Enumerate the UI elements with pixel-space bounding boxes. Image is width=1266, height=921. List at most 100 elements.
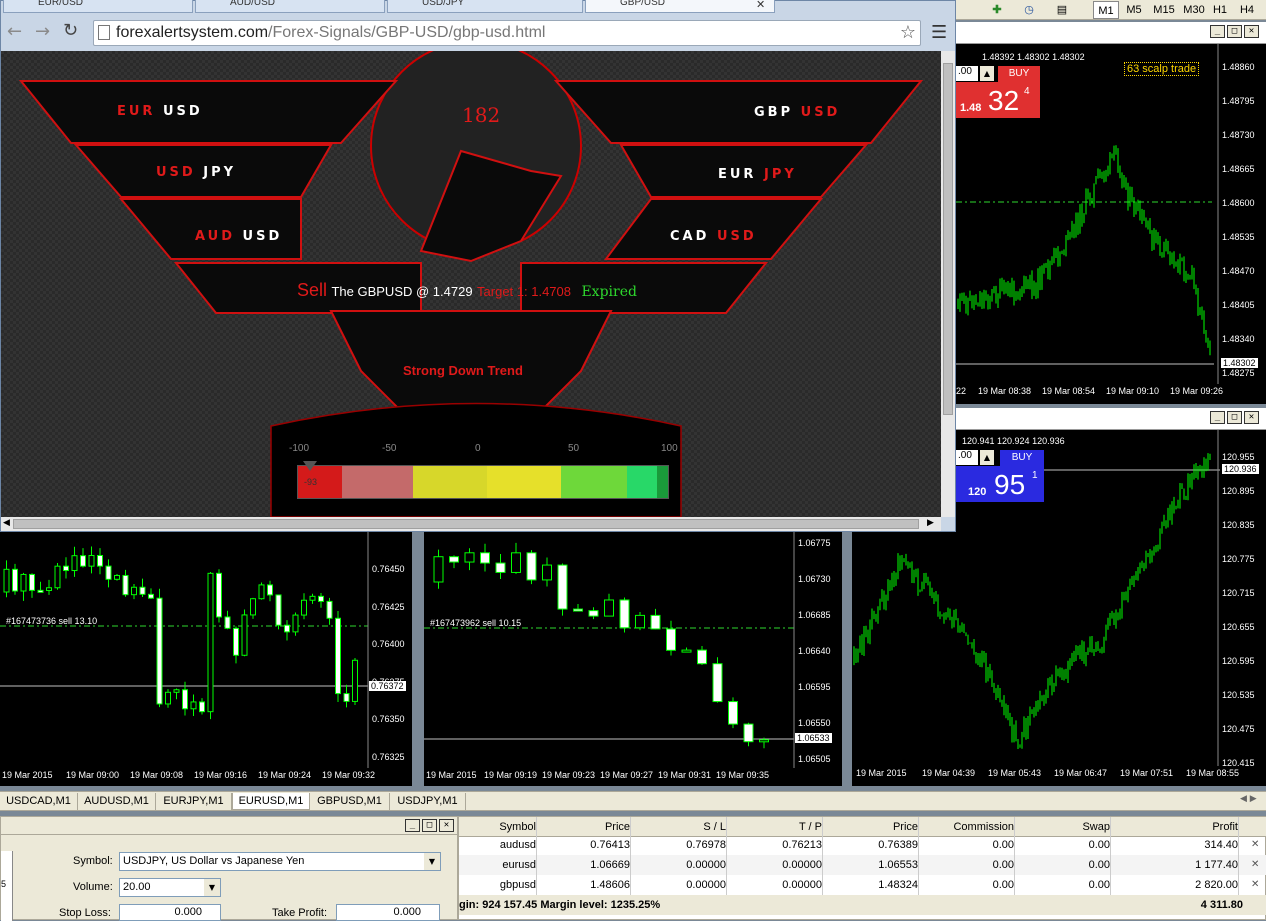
table-cell: 0.00 (1019, 875, 1111, 895)
scroll-right-icon[interactable]: ▶ (927, 518, 934, 528)
price-tick: 1.06730 (798, 574, 831, 584)
meter-seg-sell (342, 466, 413, 498)
tab-eurusd[interactable]: EURUSD,M1 (232, 793, 310, 810)
candle (526, 552, 537, 581)
candle (54, 565, 61, 589)
timeframe-m15[interactable]: M15 (1149, 1, 1179, 19)
candle (666, 628, 676, 651)
column-header: Price (827, 817, 919, 837)
tab-eurjpy[interactable]: EURJPY,M1 (156, 793, 232, 810)
chart-template-icon[interactable]: ▤ (1051, 1, 1073, 19)
timeframe-m5[interactable]: M5 (1121, 1, 1147, 19)
tab-gbpusd[interactable]: GBPUSD,M1 (310, 793, 390, 810)
timeframe-m1[interactable]: M1 (1093, 1, 1119, 19)
symbol-select[interactable]: USDJPY, US Dollar vs Japanese Yen ▼ (119, 852, 441, 871)
time-tick: 19 Mar 09:00 (66, 770, 120, 780)
price-big: 32 (988, 85, 1020, 116)
maximize-icon[interactable]: □ (422, 819, 437, 832)
chevron-down-icon[interactable]: ▼ (204, 879, 220, 896)
reload-icon[interactable]: ↻ (63, 20, 78, 41)
meter-tick: -50 (382, 443, 397, 454)
tab-eurusd[interactable]: EUR/USD (3, 0, 193, 13)
gbpusd-chart[interactable]: 1.48392 1.48302 1.48302 .00 ▲ BUY 1.48 3… (956, 44, 1266, 404)
tab-usdcad[interactable]: USDCAD,M1 (0, 793, 78, 810)
pair-eurjpy-link[interactable]: EUR JPY (718, 167, 797, 182)
tab-close-icon[interactable]: ✕ (756, 0, 765, 11)
pair-gbpusd-link[interactable]: GBP USD (754, 105, 840, 120)
scroll-thumb[interactable] (943, 63, 953, 415)
lot-up-icon[interactable]: ▲ (980, 66, 994, 81)
meter-tick: 0 (475, 443, 481, 454)
candle (343, 693, 350, 702)
buy-button[interactable]: BUY (1000, 450, 1044, 466)
table-row[interactable]: audusd 0.76413 0.76978 0.76213 0.76389 0.00 0.… (459, 835, 1266, 855)
current-price-label: 1.48302 (1221, 358, 1258, 368)
candle (712, 663, 723, 703)
close-position-icon[interactable]: ✕ (1251, 875, 1259, 895)
lot-input[interactable]: .00 (956, 450, 978, 465)
maximize-icon[interactable]: □ (1227, 411, 1242, 424)
volume-select[interactable]: 20.00 ▼ (119, 878, 221, 897)
candle (3, 568, 10, 593)
take-profit-field[interactable]: 0.000 (336, 904, 440, 921)
menu-icon[interactable]: ☰ (931, 22, 947, 43)
order-titlebar: _ □ ✕ (1, 817, 457, 835)
scroll-thumb[interactable] (13, 519, 919, 529)
close-position-icon[interactable]: ✕ (1251, 855, 1259, 875)
pair-audusd-link[interactable]: AUD USD (195, 229, 282, 244)
meter-tick: -100 (289, 443, 310, 454)
forward-icon[interactable]: → (35, 21, 50, 42)
horizontal-scrollbar[interactable]: ◀ ▶ (1, 517, 941, 531)
chevron-down-icon[interactable]: ▼ (424, 853, 440, 870)
candle (619, 599, 630, 629)
page-icon (98, 25, 110, 40)
timeframe-h1[interactable]: H1 (1209, 1, 1231, 19)
clock-icon[interactable]: ◷ (1018, 1, 1040, 19)
maximize-icon[interactable]: □ (1227, 25, 1242, 38)
bookmark-star-icon[interactable]: ☆ (900, 22, 916, 43)
buy-price-box[interactable]: 120 95 1 (956, 466, 1044, 502)
close-position-icon[interactable]: ✕ (1251, 835, 1259, 855)
scroll-left-icon[interactable]: ◀ (3, 518, 10, 528)
lot-input[interactable]: .00 (956, 66, 978, 81)
minimize-icon[interactable]: _ (405, 819, 420, 832)
minimize-icon[interactable]: _ (1210, 25, 1225, 38)
buy-button[interactable]: BUY (998, 66, 1040, 82)
address-bar[interactable]: forexalertsystem.com/Forex-Signals/GBP-U… (93, 20, 921, 46)
tab-usdjpy[interactable]: USDJPY,M1 (390, 793, 466, 810)
signal-page: 182 EUR USD USD JPY AUD USD GBP USD EUR … (1, 51, 941, 517)
close-icon[interactable]: ✕ (439, 819, 454, 832)
minimize-icon[interactable]: _ (1210, 411, 1225, 424)
timeframe-h4[interactable]: H4 (1236, 1, 1258, 19)
close-icon[interactable]: ✕ (1244, 411, 1259, 424)
tab-audusd[interactable]: AUDUSD,M1 (78, 793, 156, 810)
price-tick: 120.655 (1222, 622, 1255, 632)
candle (71, 555, 78, 572)
candle (681, 649, 692, 653)
tab-usdjpy[interactable]: USD/JPY (387, 0, 583, 13)
buy-price-box[interactable]: 1.48 32 4 (956, 82, 1040, 118)
signal-status: Expired (581, 284, 637, 300)
pair-eurusd-link[interactable]: EUR USD (117, 104, 203, 119)
price-tick: 1.06595 (798, 682, 831, 692)
back-icon[interactable]: ← (7, 21, 22, 42)
stop-loss-field[interactable]: 0.000 (119, 904, 221, 921)
vertical-scrollbar[interactable] (941, 51, 955, 517)
tab-audusd[interactable]: AUD/USD (195, 0, 385, 13)
close-icon[interactable]: ✕ (1244, 25, 1259, 38)
eurusd-chart[interactable]: #167473962 sell 10.15 1.06775 1.06730 1.06… (424, 532, 842, 786)
time-tick: 19 Mar 09:10 (1106, 386, 1160, 396)
new-order-icon[interactable]: ✚ (986, 1, 1008, 19)
column-header: Price (541, 817, 631, 837)
timeframe-m30[interactable]: M30 (1179, 1, 1209, 19)
table-row[interactable]: eurusd 1.06669 0.00000 0.00000 1.06553 0.00 0.… (459, 855, 1266, 875)
audusd-chart[interactable]: #167473736 sell 13.10 0.76450 0.76425 0.76… (0, 532, 412, 786)
candle (88, 554, 95, 567)
tab-gbpusd[interactable]: GBP/USD (585, 0, 775, 13)
pair-usdjpy-link[interactable]: USD JPY (156, 165, 236, 180)
tab-scroll-icon[interactable]: ◀ ▶ (1240, 794, 1257, 804)
lot-up-icon[interactable]: ▲ (980, 450, 994, 465)
column-header: Profit (1115, 817, 1239, 837)
table-row[interactable]: gbpusd 1.48606 0.00000 0.00000 1.48324 0.00 0.… (459, 875, 1266, 895)
pair-cadusd-link[interactable]: CAD USD (670, 229, 757, 244)
